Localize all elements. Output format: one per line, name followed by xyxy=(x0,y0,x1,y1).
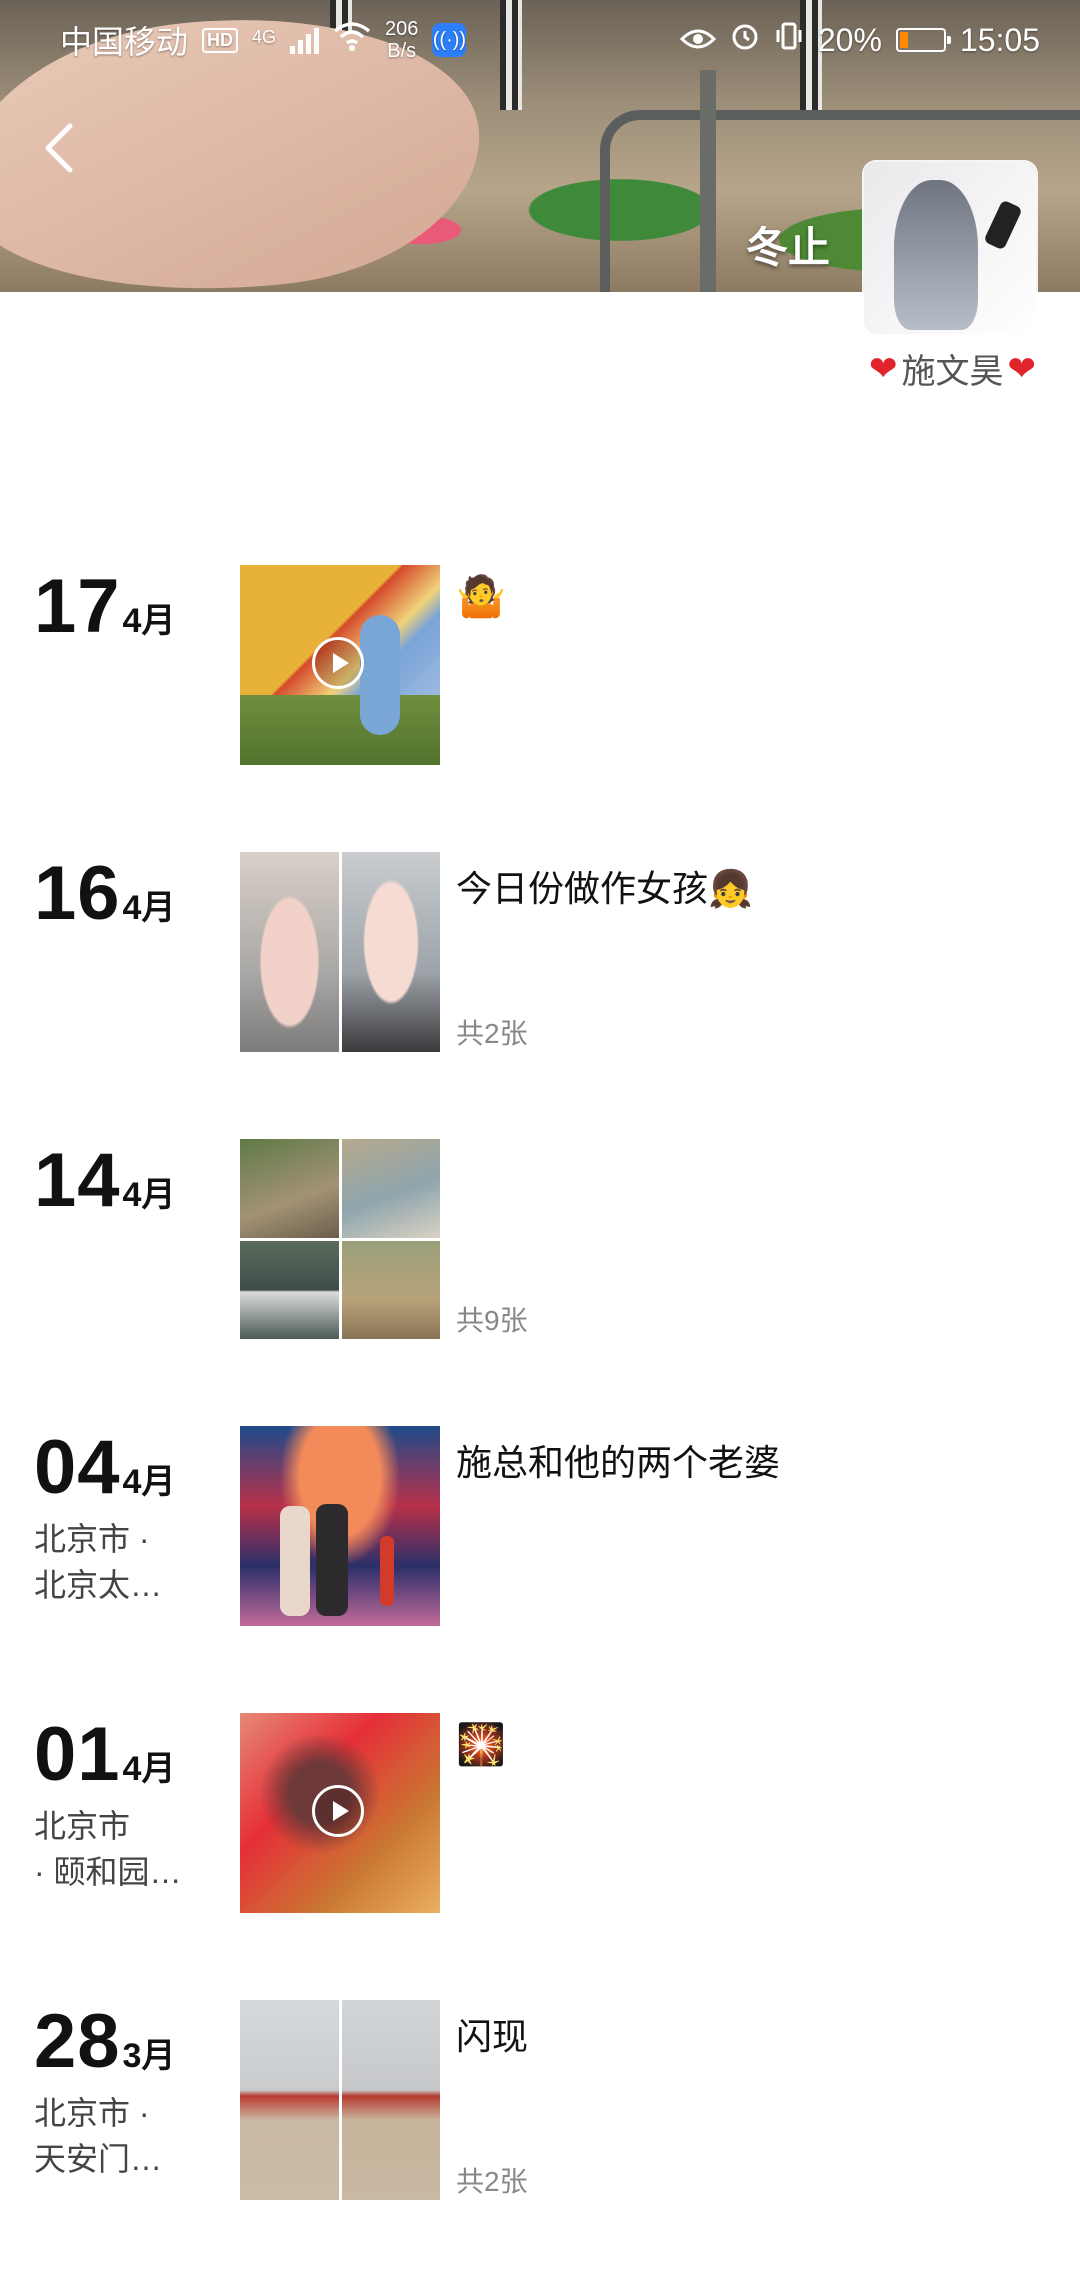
heart-icon: ❤ xyxy=(869,349,898,388)
entry-caption: 🎇 xyxy=(456,1722,506,1768)
date-month: 3月 xyxy=(122,2037,176,2075)
avatar[interactable] xyxy=(864,162,1036,334)
date-day: 01 xyxy=(34,1712,121,1797)
date-month: 4月 xyxy=(122,1750,176,1788)
date-month: 4月 xyxy=(122,1176,176,1214)
status-bar: 中国移动 HD 4G 206 B/s ((·)) 20% 15:05 xyxy=(0,0,1080,80)
signature-text: 施文昊 xyxy=(901,353,1004,391)
vibrate-icon xyxy=(774,21,804,59)
photo-thumbnail[interactable] xyxy=(240,1426,440,1626)
list-item[interactable]: 164月 今日份做作女孩👧 共2张 xyxy=(0,852,1080,1139)
date-day: 16 xyxy=(34,851,121,936)
clock: 15:05 xyxy=(959,21,1040,58)
date-month: 4月 xyxy=(122,1463,176,1501)
photo-thumbnail[interactable] xyxy=(240,852,440,1052)
date-day: 28 xyxy=(34,1999,121,2084)
moments-timeline: 174月 🤷 164月 今日份做作女孩👧 共2张 144月 共9张 044月 北… xyxy=(0,565,1080,2287)
entry-location: 北京市 · 颐和园… xyxy=(34,1808,182,1890)
back-button[interactable] xyxy=(30,118,90,178)
entry-date: 144月 xyxy=(34,1139,234,1223)
photo-count: 共2张 xyxy=(456,2166,528,2197)
entry-location: 北京市 · 天安门… xyxy=(34,2095,163,2177)
date-day: 17 xyxy=(34,564,121,649)
list-item[interactable]: 144月 共9张 xyxy=(0,1139,1080,1426)
play-icon xyxy=(312,1785,364,1837)
battery-percent: 20% xyxy=(817,21,882,58)
wifi-icon xyxy=(333,21,371,59)
eye-icon xyxy=(679,22,716,59)
entry-date: 174月 xyxy=(34,565,234,649)
entry-date: 044月 北京市 · 北京太… xyxy=(34,1426,234,1608)
battery-icon xyxy=(895,28,951,52)
carrier-label: 中国移动 xyxy=(60,24,189,60)
play-icon xyxy=(312,637,364,689)
list-item[interactable]: 014月 北京市 · 颐和园… 🎇 xyxy=(0,1713,1080,2000)
photo-thumbnail[interactable] xyxy=(240,2000,440,2200)
entry-date: 283月 北京市 · 天安门… xyxy=(34,2000,234,2182)
profile-name: 冬止 xyxy=(745,224,830,271)
entry-caption: 🤷 xyxy=(456,574,506,620)
photo-thumbnail[interactable] xyxy=(240,1139,440,1339)
date-day: 14 xyxy=(34,1138,121,1223)
hotspot-icon: ((·)) xyxy=(432,23,467,57)
net-speed: 206 B/s xyxy=(385,18,419,62)
photo-count: 共2张 xyxy=(456,1018,528,1049)
photo-count: 共9张 xyxy=(456,1305,528,1336)
chevron-left-icon xyxy=(45,123,73,173)
entry-caption: 施总和他的两个老婆 xyxy=(456,1442,781,1483)
heart-icon: ❤ xyxy=(1007,349,1037,388)
network-label: 4G xyxy=(252,27,277,47)
date-day: 04 xyxy=(34,1425,121,1510)
entry-caption: 今日份做作女孩👧 xyxy=(456,868,753,909)
signature: ❤ 施文昊 ❤ xyxy=(869,344,1036,393)
entry-date: 164月 xyxy=(34,852,234,936)
date-month: 4月 xyxy=(122,602,176,640)
entry-caption: 闪现 xyxy=(456,2016,529,2057)
signal-icon xyxy=(290,26,320,54)
entry-date: 014月 北京市 · 颐和园… xyxy=(34,1713,234,1895)
video-thumbnail[interactable] xyxy=(240,1713,440,1913)
list-item[interactable]: 174月 🤷 xyxy=(0,565,1080,852)
entry-location: 北京市 · 北京太… xyxy=(34,1521,163,1603)
date-month: 4月 xyxy=(122,889,176,927)
list-item[interactable]: 044月 北京市 · 北京太… 施总和他的两个老婆 xyxy=(0,1426,1080,1713)
hd-badge: HD xyxy=(202,27,239,53)
alarm-icon xyxy=(730,21,760,59)
video-thumbnail[interactable] xyxy=(240,565,440,765)
